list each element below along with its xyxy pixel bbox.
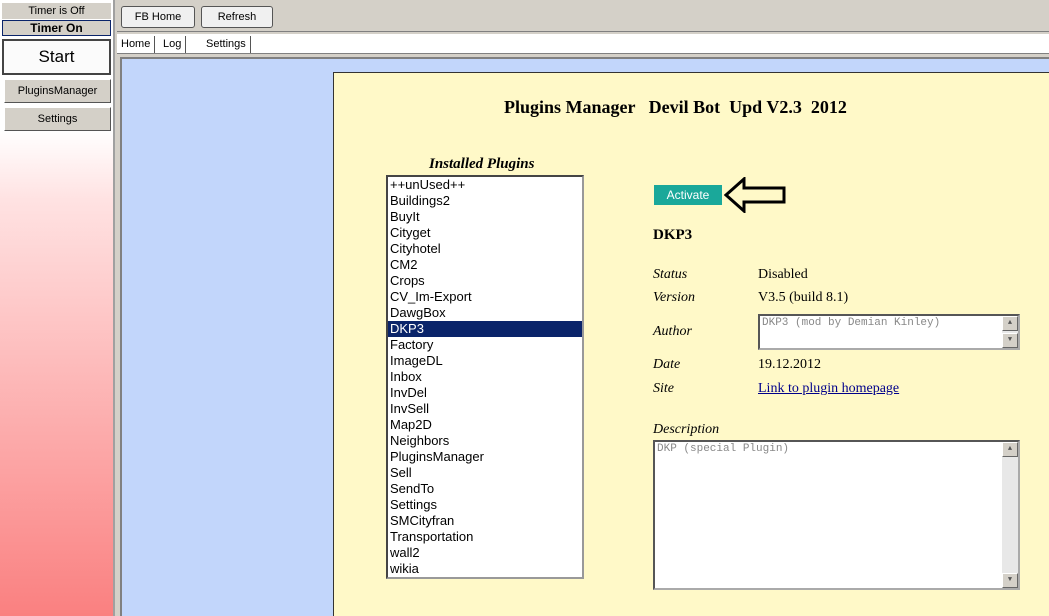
status-value: Disabled — [758, 267, 808, 282]
left-panel: Timer is Off Timer On Start PluginsManag… — [0, 0, 115, 616]
plugin-homepage-link[interactable]: Link to plugin homepage — [758, 381, 899, 397]
plugin-list-item[interactable]: wall2 — [388, 545, 582, 561]
plugin-list-item[interactable]: CM2 — [388, 257, 582, 273]
fb-home-button[interactable]: FB Home — [121, 6, 195, 28]
status-label: Status — [653, 267, 688, 282]
version-label: Version — [653, 290, 695, 305]
description-label: Description — [653, 422, 720, 437]
plugin-list-item[interactable]: wikia — [388, 561, 582, 577]
plugin-list-item[interactable]: ++unUsed++ — [388, 177, 582, 193]
plugin-list-item[interactable]: BuyIt — [388, 209, 582, 225]
plugin-list-item[interactable]: CV_Im-Export — [388, 289, 582, 305]
plugin-list-item[interactable]: SMCityfran — [388, 513, 582, 529]
plugin-list-item[interactable]: Settings — [388, 497, 582, 513]
site-label: Site — [653, 381, 674, 396]
date-label: Date — [653, 357, 681, 372]
author-value: DKP3 (mod by Demian Kinley) — [762, 317, 941, 329]
plugin-list-item[interactable]: InvDel — [388, 385, 582, 401]
plugin-list-item[interactable]: Factory — [388, 337, 582, 353]
description-scrollbar[interactable]: ▲ ▼ — [1002, 442, 1018, 588]
plugin-list-item[interactable]: PluginsManager — [388, 449, 582, 465]
author-scrollbar[interactable]: ▲ ▼ — [1002, 316, 1018, 348]
settings-button[interactable]: Settings — [4, 107, 111, 131]
top-toolbar: FB Home Refresh — [117, 0, 1049, 32]
scroll-down-icon[interactable]: ▼ — [1002, 333, 1018, 348]
refresh-button[interactable]: Refresh — [201, 6, 273, 28]
arrow-left-icon — [724, 177, 786, 213]
plugin-list-item[interactable]: InvSell — [388, 401, 582, 417]
page-title: Plugins Manager Devil Bot Upd V2.3 2012 — [504, 97, 847, 117]
installed-plugins-label: Installed Plugins — [429, 156, 535, 172]
plugin-list-item[interactable]: DKP3 — [388, 321, 582, 337]
scroll-down-icon[interactable]: ▼ — [1002, 573, 1018, 588]
plugin-list-item[interactable]: Cityhotel — [388, 241, 582, 257]
plugin-list-item[interactable]: Transportation — [388, 529, 582, 545]
tab-home[interactable]: Home — [117, 36, 156, 53]
tab-settings[interactable]: Settings — [202, 36, 251, 53]
plugin-list-item[interactable]: Map2D — [388, 417, 582, 433]
start-button[interactable]: Start — [2, 39, 111, 75]
plugin-list-item[interactable]: SendTo — [388, 481, 582, 497]
author-label: Author — [653, 324, 692, 339]
scroll-up-icon[interactable]: ▲ — [1002, 442, 1018, 457]
plugin-list[interactable]: ++unUsed++ Buildings2 BuyIt Cityget Cityhote… — [386, 175, 584, 579]
plugins-manager-panel: Plugins Manager Devil Bot Upd V2.3 2012 … — [333, 72, 1049, 616]
description-value: DKP (special Plugin) — [657, 443, 790, 455]
author-field[interactable]: DKP3 (mod by Demian Kinley) ▲ ▼ — [758, 314, 1020, 350]
activate-button[interactable]: Activate — [654, 185, 722, 205]
plugin-list-item[interactable]: Inbox — [388, 369, 582, 385]
plugin-list-item[interactable]: Cityget — [388, 225, 582, 241]
plugin-list-item[interactable]: Buildings2 — [388, 193, 582, 209]
plugin-list-item[interactable]: Sell — [388, 465, 582, 481]
scroll-up-icon[interactable]: ▲ — [1002, 316, 1018, 331]
tab-bar: Home Log Settings — [117, 34, 1049, 54]
timer-on-button[interactable]: Timer On — [2, 20, 111, 36]
plugins-manager-button[interactable]: PluginsManager — [4, 79, 111, 103]
plugin-list-item[interactable]: DawgBox — [388, 305, 582, 321]
tab-log[interactable]: Log — [159, 36, 187, 53]
date-value: 19.12.2012 — [758, 357, 821, 372]
plugin-name: DKP3 — [653, 227, 693, 243]
description-field[interactable]: DKP (special Plugin) ▲ ▼ — [653, 440, 1020, 590]
plugin-list-item[interactable]: Neighbors — [388, 433, 582, 449]
plugin-list-item[interactable]: ImageDL — [388, 353, 582, 369]
version-value: V3.5 (build 8.1) — [758, 290, 849, 305]
timer-status-label: Timer is Off — [2, 3, 111, 19]
plugin-list-item[interactable]: Crops — [388, 273, 582, 289]
